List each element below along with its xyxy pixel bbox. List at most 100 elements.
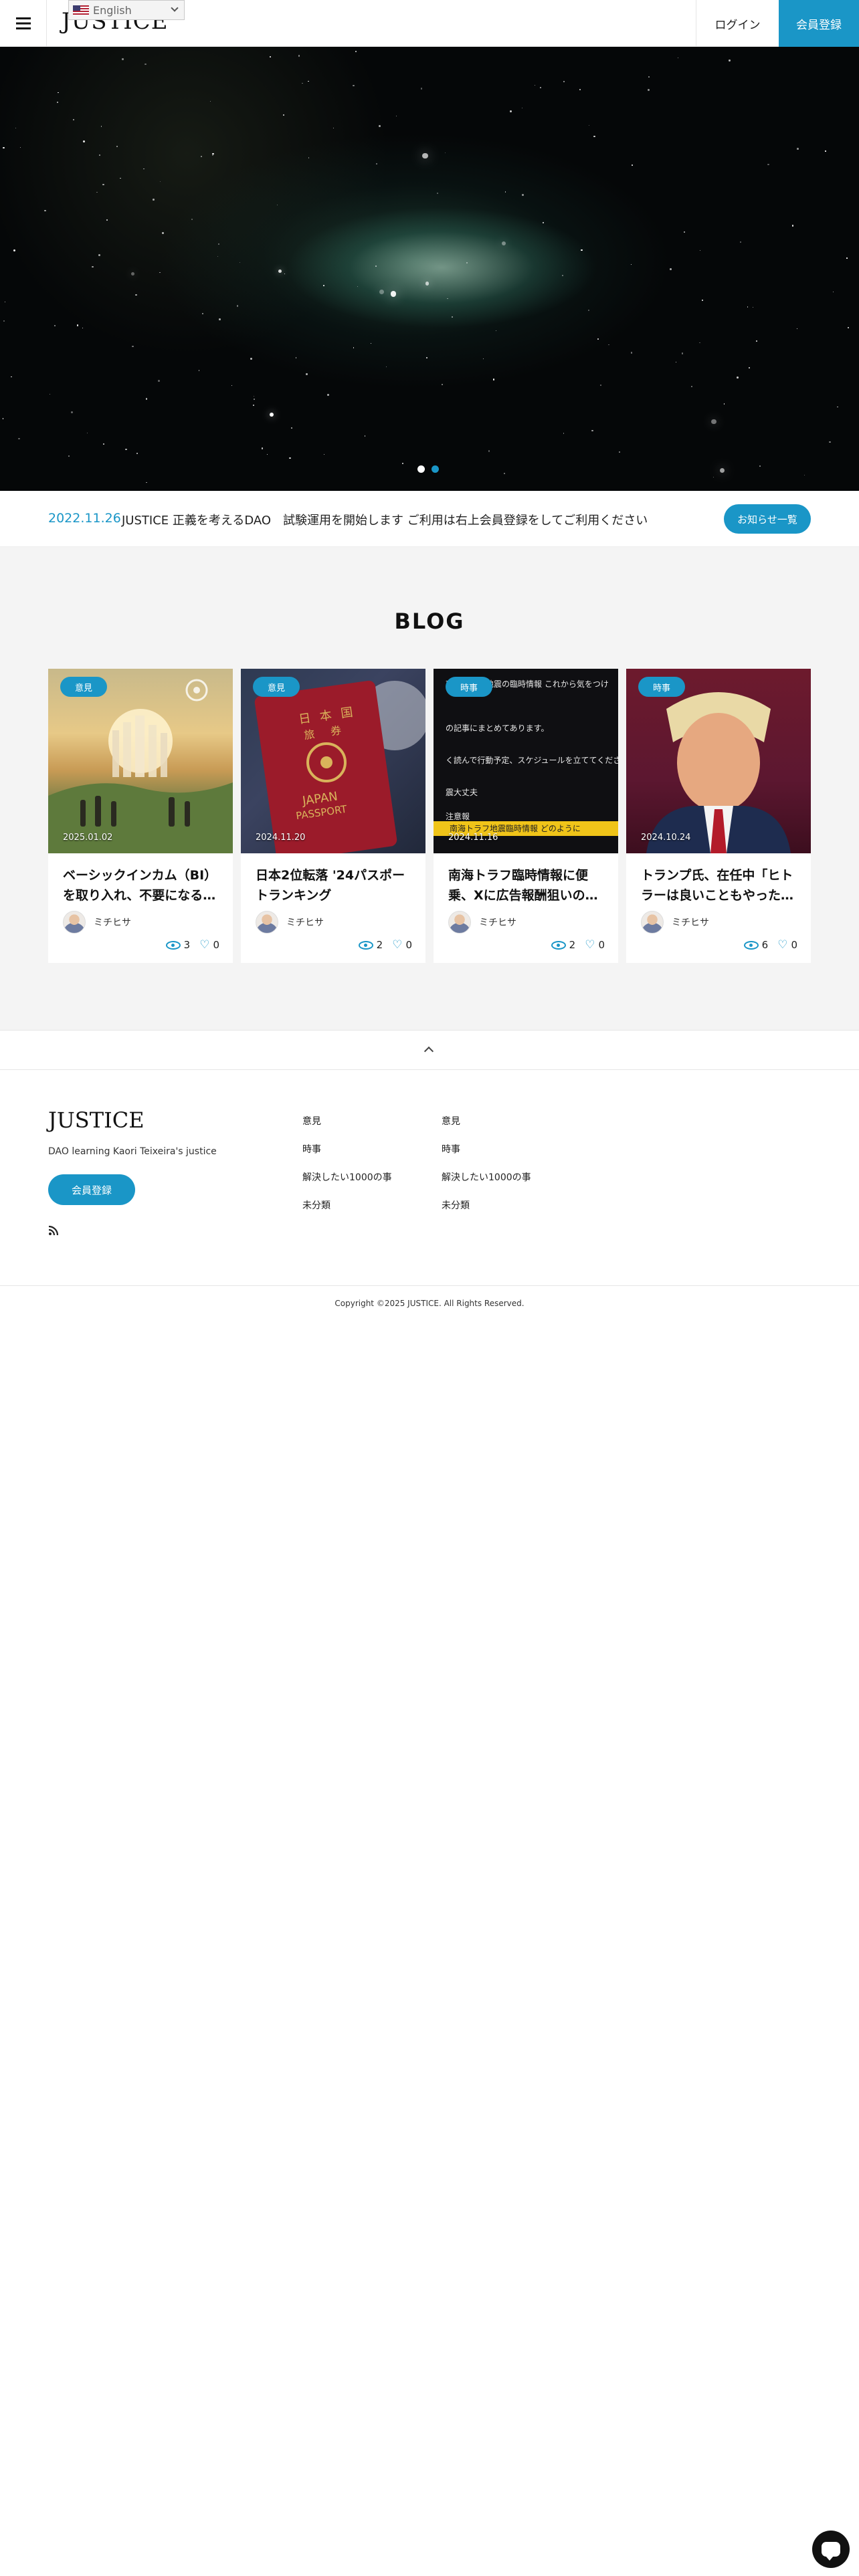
star	[563, 432, 565, 434]
post-title[interactable]: トランプ氏、在任中「ヒトラーは良いこともやった…	[641, 865, 799, 905]
star	[136, 453, 138, 455]
star	[353, 84, 355, 87]
slider-dot-active[interactable]	[432, 465, 439, 473]
footer-logo[interactable]: JUSTICE	[48, 1107, 145, 1133]
star	[198, 370, 200, 372]
star	[797, 148, 799, 150]
copyright: Copyright ©2025 JUSTICE. All Rights Rese…	[335, 1299, 524, 1308]
star	[441, 383, 443, 386]
blog-card[interactable]: 意見 2025.01.02 ベーシックインカム（BI）を取り入れ、不要になる… …	[48, 669, 233, 963]
eye-icon	[358, 940, 373, 950]
star	[488, 450, 490, 452]
star	[135, 294, 137, 296]
register-button[interactable]: 会員登録	[779, 0, 859, 47]
footer-link[interactable]: 未分類	[302, 1198, 392, 1226]
blog-card[interactable]: 時事 2024.10.24 トランプ氏、在任中「ヒトラーは良いこともやった… ミ…	[626, 669, 811, 963]
eye-icon	[551, 940, 566, 950]
category-badge[interactable]: 時事	[638, 677, 685, 697]
star	[648, 76, 650, 78]
star	[3, 147, 5, 149]
star	[44, 209, 46, 211]
post-title[interactable]: ベーシックインカム（BI）を取り入れ、不要になる…	[63, 865, 221, 905]
blog-card[interactable]: 南海トラフ地震の臨時情報 これから気をつけ の記事にまとめてあります。 く読んで…	[434, 669, 618, 963]
category-badge[interactable]: 意見	[60, 677, 107, 697]
star	[723, 403, 725, 405]
star	[379, 289, 385, 294]
chat-button[interactable]	[812, 2531, 850, 2568]
post-stats: 2 ♡ 0	[551, 939, 605, 951]
star	[236, 305, 239, 307]
star	[98, 154, 100, 156]
footer-link[interactable]: 意見	[442, 1114, 531, 1142]
star	[231, 385, 233, 387]
back-to-top-button[interactable]	[0, 1030, 859, 1070]
blog-section: BLOG 意見 2025.01.02 ベーシックインカム（BI）を取り入れ、不要…	[0, 547, 859, 1030]
view-count: 3	[183, 939, 191, 951]
footer-link[interactable]: 解決したい1000の事	[302, 1170, 392, 1198]
footer-link[interactable]: 解決したい1000の事	[442, 1170, 531, 1198]
news-headline[interactable]: JUSTICE 正義を考えるDAO 試験運用を開始します ご利用は右上会員登録を…	[122, 511, 648, 528]
screen-text-line: 注意報	[446, 812, 470, 821]
login-button[interactable]: ログイン	[696, 0, 779, 47]
post-date: 2025.01.02	[63, 833, 113, 843]
star	[504, 472, 506, 475]
category-badge[interactable]: 時事	[446, 677, 492, 697]
star	[253, 404, 255, 406]
star	[466, 261, 468, 264]
us-flag-icon	[73, 5, 89, 15]
chevron-up-icon	[423, 1046, 434, 1057]
star	[261, 447, 264, 449]
heart-icon[interactable]: ♡	[392, 939, 402, 951]
menu-icon	[15, 17, 31, 29]
post-title[interactable]: 日本2位転落 '24パスポートランキング（nippon.co…	[256, 865, 413, 905]
star	[739, 241, 741, 243]
star	[144, 63, 147, 66]
star	[422, 152, 428, 159]
footer-link[interactable]: 意見	[302, 1114, 392, 1142]
news-list-button[interactable]: お知らせ一覧	[724, 504, 811, 534]
heart-icon[interactable]: ♡	[199, 939, 209, 951]
star	[729, 60, 731, 62]
star	[825, 150, 826, 152]
post-stats: 2 ♡ 0	[358, 939, 412, 951]
slider-dot[interactable]	[417, 465, 425, 473]
star	[96, 191, 98, 193]
star	[375, 265, 377, 267]
footer-register-button[interactable]: 会員登録	[48, 1174, 135, 1205]
card-image: 時事 2024.10.24	[626, 669, 811, 853]
footer-link[interactable]: 未分類	[442, 1198, 531, 1226]
star	[270, 56, 272, 58]
like-count: 0	[405, 939, 412, 951]
hero-slider	[0, 47, 859, 491]
like-count: 0	[598, 939, 605, 951]
screen-text-line: く読んで行動予定、スケジュールを立ててください	[446, 756, 618, 765]
chevron-down-icon	[171, 4, 179, 12]
star	[690, 385, 693, 388]
blog-card[interactable]: 日 本 国 旅 券 JAPAN PASSPORT 意見 2024.11.20 日…	[241, 669, 425, 963]
star	[18, 437, 20, 440]
star	[92, 265, 94, 268]
rss-icon[interactable]	[48, 1225, 59, 1236]
star	[747, 306, 749, 308]
star	[561, 275, 563, 277]
star	[699, 342, 700, 343]
star	[219, 318, 221, 320]
footer-link[interactable]: 時事	[302, 1142, 392, 1170]
category-badge[interactable]: 意見	[253, 677, 300, 697]
post-date: 2024.11.20	[256, 833, 306, 843]
author-name: ミチヒサ	[672, 918, 709, 928]
star	[579, 88, 581, 90]
site-header: JUSTICE English ログイン 会員登録	[0, 0, 859, 47]
star	[250, 357, 252, 360]
screen-text-line: の記事にまとめてあります。	[446, 724, 549, 733]
heart-icon[interactable]: ♡	[585, 939, 595, 951]
footer-link[interactable]: 時事	[442, 1142, 531, 1170]
language-selector[interactable]: English	[68, 0, 185, 20]
heart-icon[interactable]: ♡	[777, 939, 787, 951]
screen-text-line: 震大丈夫	[446, 788, 478, 797]
post-title[interactable]: 南海トラフ臨時情報に便乗、Xに広告報酬狙いの…	[448, 865, 606, 905]
post-author: ミチヒサ	[256, 911, 324, 934]
hamburger-menu-button[interactable]	[0, 0, 47, 47]
star	[82, 140, 85, 142]
star	[385, 366, 387, 368]
